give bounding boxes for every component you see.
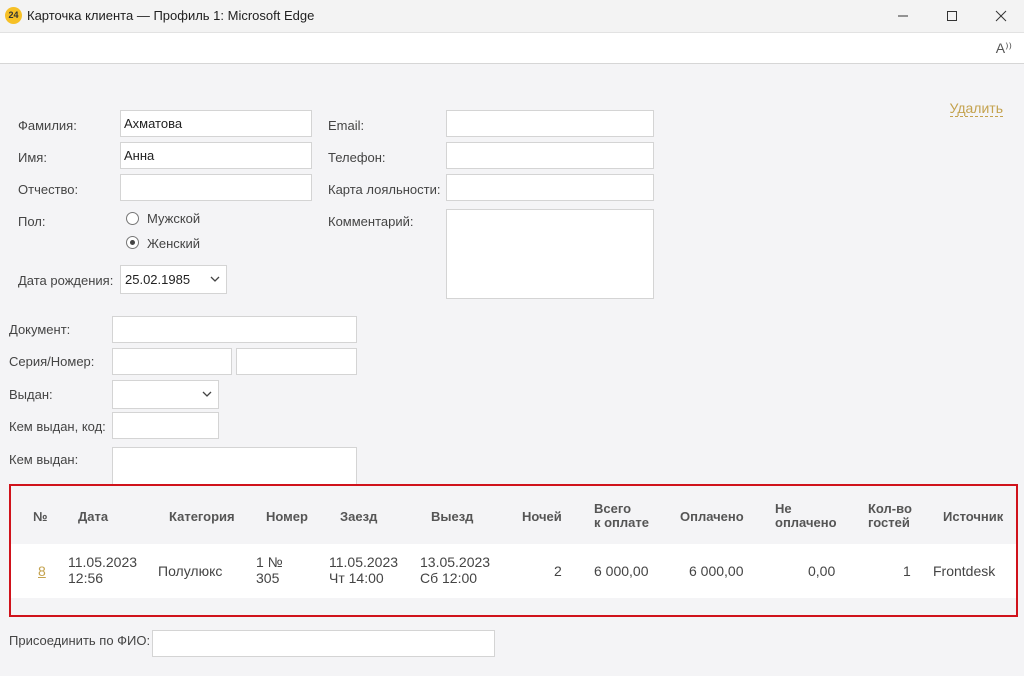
booking-paid: 6 000,00 xyxy=(689,563,744,579)
birth-date-select[interactable]: 25.02.1985 xyxy=(120,265,227,294)
booking-room-line2: 305 xyxy=(256,570,280,586)
booking-unpaid: 0,00 xyxy=(808,563,836,579)
comment-textarea[interactable] xyxy=(446,209,654,299)
gender-female-label: Женский xyxy=(147,236,200,251)
close-button[interactable] xyxy=(978,0,1024,32)
email-input[interactable] xyxy=(446,110,654,137)
chevron-down-icon xyxy=(202,391,212,397)
booking-date: 11.05.2023 12:56 xyxy=(68,554,137,586)
email-label: Email: xyxy=(328,118,365,133)
col-unpaid-header-line1: Не xyxy=(775,501,792,516)
last-name-label: Фамилия: xyxy=(18,118,77,133)
issued-by-label: Кем выдан: xyxy=(9,452,79,467)
app-logo-icon: 24 xyxy=(5,7,22,24)
booking-checkout-time: Сб 12:00 xyxy=(420,570,478,586)
col-unpaid-header-line2: оплачено xyxy=(775,515,837,530)
gender-female-radio[interactable] xyxy=(126,236,139,249)
col-nights-header: Ночей xyxy=(522,509,562,524)
chevron-down-icon xyxy=(210,276,220,282)
booking-source: Frontdesk xyxy=(933,563,996,579)
booking-room-line1: 1 № xyxy=(256,554,283,570)
gender-male-label: Мужской xyxy=(147,211,201,226)
series-number-label: Серия/Номер: xyxy=(9,354,95,369)
phone-input[interactable] xyxy=(446,142,654,169)
issued-date-select[interactable] xyxy=(112,380,219,409)
booking-category: Полулюкс xyxy=(158,563,223,579)
booking-checkin-date: 11.05.2023 xyxy=(329,554,399,570)
middle-name-label: Отчество: xyxy=(18,182,79,197)
loyalty-card-input[interactable] xyxy=(446,174,654,201)
loyalty-card-label: Карта лояльности: xyxy=(328,182,441,197)
read-aloud-icon[interactable]: A⁾⁾ xyxy=(996,40,1012,57)
booking-nights: 2 xyxy=(554,563,562,579)
col-unpaid-header: Не оплачено xyxy=(775,502,837,530)
birth-date-label: Дата рождения: xyxy=(18,273,114,288)
col-source-header: Источник xyxy=(943,509,1004,524)
document-label: Документ: xyxy=(9,322,71,337)
series-input[interactable] xyxy=(112,348,232,375)
booking-date-time: 12:56 xyxy=(68,570,104,586)
table-row[interactable]: 8 11.05.2023 12:56 Полулюкс 1 № 305 11.05.… xyxy=(11,544,1016,598)
document-input[interactable] xyxy=(112,316,357,343)
first-name-label: Имя: xyxy=(18,150,47,165)
number-input[interactable] xyxy=(236,348,357,375)
maximize-button[interactable] xyxy=(929,0,975,32)
booking-date-day: 11.05.2023 xyxy=(68,554,138,570)
last-name-input[interactable]: Ахматова xyxy=(120,110,312,137)
close-icon xyxy=(995,10,1007,22)
table-header: № Дата Категория Номер Заезд Выезд Ночей… xyxy=(11,486,1016,544)
col-total-header-line1: Всего xyxy=(594,501,632,516)
window-titlebar: 24 Карточка клиента — Профиль 1: Microso… xyxy=(0,0,1024,32)
col-category-header: Категория xyxy=(169,509,235,524)
client-card-content: Удалить Фамилия: Ахматова Имя: Анна Отче… xyxy=(0,64,1024,676)
col-room-header: Номер xyxy=(266,509,308,524)
first-name-input[interactable]: Анна xyxy=(120,142,312,169)
col-guests-header: Кол-во гостей xyxy=(868,502,912,530)
gender-label: Пол: xyxy=(18,214,46,229)
col-guests-header-line1: Кол-во xyxy=(868,501,912,516)
minimize-icon xyxy=(898,15,908,17)
delete-link[interactable]: Удалить xyxy=(949,100,1003,117)
issued-by-code-input[interactable] xyxy=(112,412,219,439)
booking-number-link[interactable]: 8 xyxy=(38,563,46,579)
phone-label: Телефон: xyxy=(328,150,386,165)
col-total-header-line2: к оплате xyxy=(594,515,649,530)
col-checkin-header: Заезд xyxy=(340,509,378,524)
booking-room: 1 № 305 xyxy=(256,554,283,586)
middle-name-input[interactable] xyxy=(120,174,312,201)
browser-toolbar: A⁾⁾ xyxy=(0,32,1024,64)
minimize-button[interactable] xyxy=(880,0,926,32)
booking-checkout-date: 13.05.2023 xyxy=(420,554,491,570)
booking-checkin-time: Чт 14:00 xyxy=(329,570,384,586)
birth-date-value: 25.02.1985 xyxy=(125,272,191,287)
booking-guests: 1 xyxy=(903,563,911,579)
booking-total: 6 000,00 xyxy=(594,563,649,579)
booking-checkin: 11.05.2023 Чт 14:00 xyxy=(329,554,398,586)
join-by-name-input[interactable] xyxy=(152,630,495,657)
col-guests-header-line2: гостей xyxy=(868,515,910,530)
maximize-icon xyxy=(947,11,957,21)
issued-by-code-label: Кем выдан, код: xyxy=(9,419,106,434)
window-title: Карточка клиента — Профиль 1: Microsoft … xyxy=(27,8,315,23)
col-checkout-header: Выезд xyxy=(431,509,474,524)
gender-male-radio[interactable] xyxy=(126,212,139,225)
col-total-header: Всего к оплате xyxy=(594,502,649,530)
col-date-header: Дата xyxy=(78,509,109,524)
issued-label: Выдан: xyxy=(9,387,53,402)
col-paid-header: Оплачено xyxy=(680,509,744,524)
join-by-name-label: Присоединить по ФИО: xyxy=(9,633,151,648)
booking-checkout: 13.05.2023 Сб 12:00 xyxy=(420,554,490,586)
col-num-header: № xyxy=(33,509,48,524)
bookings-table: № Дата Категория Номер Заезд Выезд Ночей… xyxy=(9,484,1018,617)
comment-label: Комментарий: xyxy=(328,214,414,229)
